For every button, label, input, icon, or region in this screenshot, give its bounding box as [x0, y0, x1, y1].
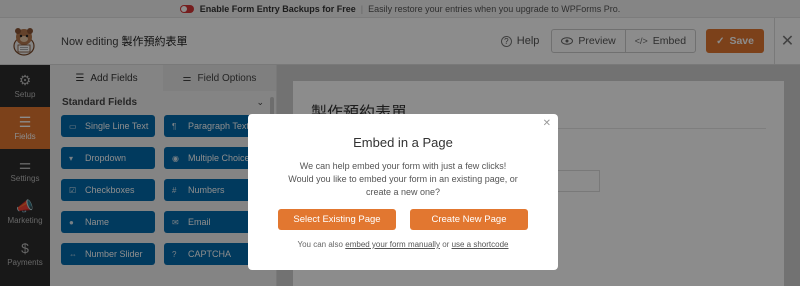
modal-actions: Select Existing Page Create New Page	[248, 209, 558, 230]
modal-desc-line1: We can help embed your form with just a …	[299, 161, 507, 171]
modal-footer-text: You can also embed your form manually or…	[248, 240, 558, 249]
modal-desc-line2: Would you like to embed your form in an …	[288, 174, 518, 197]
select-existing-page-button[interactable]: Select Existing Page	[278, 209, 396, 230]
embed-manually-link[interactable]: embed your form manually	[345, 240, 440, 249]
foot-mid: or	[442, 240, 450, 249]
modal-description: We can help embed your form with just a …	[288, 160, 518, 199]
embed-modal: ✕ Embed in a Page We can help embed your…	[248, 114, 558, 270]
shortcode-link[interactable]: use a shortcode	[452, 240, 509, 249]
foot-prefix: You can also	[297, 240, 344, 249]
close-icon[interactable]: ✕	[543, 118, 551, 129]
create-new-page-button[interactable]: Create New Page	[410, 209, 528, 230]
modal-title: Embed in a Page	[353, 135, 453, 150]
